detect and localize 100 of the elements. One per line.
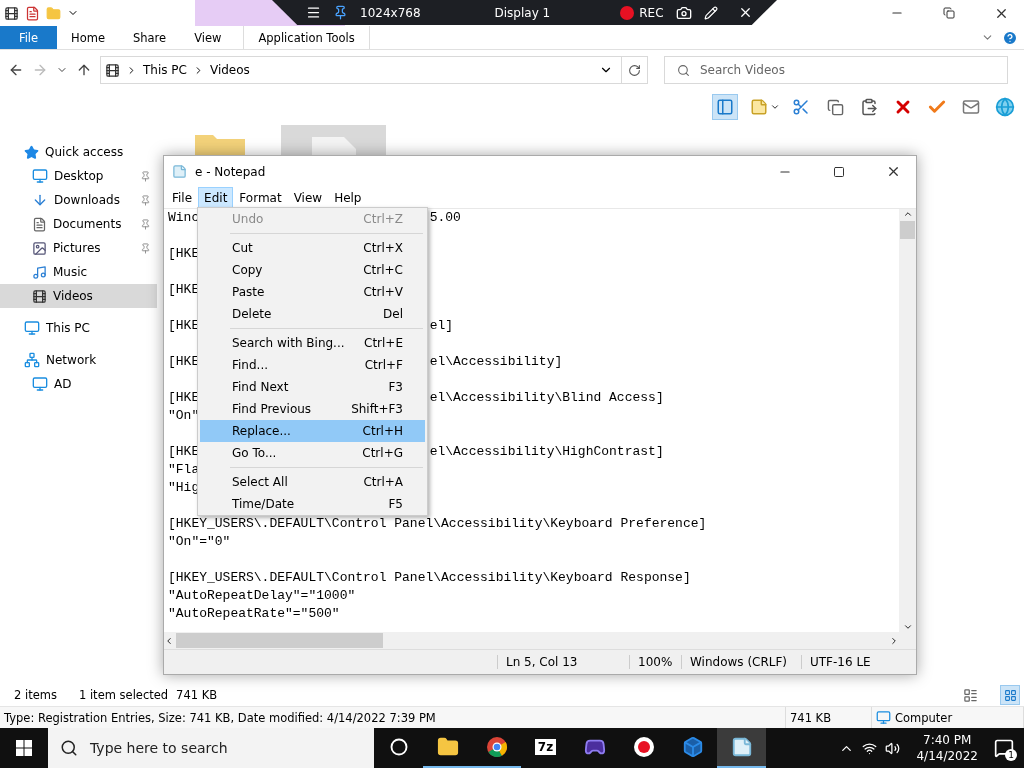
file-thumbnail[interactable] [281, 125, 386, 155]
nav-item[interactable]: Music [0, 260, 157, 284]
record-icon [632, 736, 655, 758]
circle-icon [389, 738, 408, 756]
scroll-up-icon[interactable] [902, 209, 913, 219]
menu-item[interactable]: Go To... Ctrl+G [200, 442, 425, 464]
chrome-icon [485, 736, 508, 758]
film-icon [105, 62, 120, 78]
menu-item[interactable]: Delete Del [200, 303, 425, 325]
resolution-label: 1024x768 [360, 5, 421, 20]
text-line: "On"="0" [168, 534, 231, 549]
network-icon[interactable] [862, 740, 878, 756]
volume-icon[interactable] [885, 740, 901, 756]
large-icons-view-button[interactable] [1000, 685, 1020, 705]
properties-icon[interactable] [25, 5, 40, 21]
menu-bar-item[interactable]: Format [233, 187, 288, 208]
address-bar[interactable]: This PC Videos [100, 56, 622, 84]
menu-bar-item[interactable]: File [166, 187, 199, 208]
display-label: Display 1 [494, 5, 551, 20]
nav-item[interactable]: Quick access [0, 140, 157, 164]
nav-item[interactable]: Desktop [0, 164, 157, 188]
pin-icon [140, 218, 151, 230]
nav-item[interactable]: Videos [0, 284, 157, 308]
globe-icon[interactable] [995, 97, 1015, 117]
ribbon-tab[interactable]: Application Tools [243, 26, 370, 49]
back-icon[interactable] [8, 62, 24, 78]
breadcrumb-item[interactable]: This PC [143, 63, 187, 77]
record-button[interactable]: REC [620, 5, 664, 20]
breadcrumb-item[interactable]: Videos [209, 63, 250, 77]
help-icon[interactable] [1002, 29, 1018, 46]
pin-icon [140, 242, 151, 254]
taskbar-app-button[interactable] [717, 728, 766, 768]
monitor-icon [876, 710, 891, 725]
notification-button[interactable]: 1 [984, 728, 1024, 768]
menu-item[interactable]: Paste Ctrl+V [200, 281, 425, 303]
message-icon [994, 738, 1014, 758]
menu-bar-item[interactable]: View [287, 187, 329, 208]
menu-item[interactable]: Find Previous Shift+F3 [200, 398, 425, 420]
ribbon-tab[interactable]: Share [118, 26, 181, 49]
nav-item[interactable]: This PC [0, 316, 157, 340]
maximize-icon[interactable] [833, 165, 845, 178]
preview-pane-button[interactable] [712, 94, 738, 120]
scroll-thumb[interactable] [900, 221, 915, 239]
text-line: Winc [168, 210, 200, 225]
nav-item[interactable]: Documents [0, 212, 157, 236]
scroll-down-icon[interactable] [902, 622, 913, 632]
ribbon-tab[interactable]: Home [57, 26, 119, 49]
pin-icon[interactable] [333, 5, 348, 20]
menu-item[interactable]: Time/Date F5 [200, 493, 425, 515]
paste-icon[interactable] [860, 98, 878, 116]
text-line: [HKE [168, 354, 200, 369]
caret-icon[interactable] [770, 102, 780, 112]
menu-item[interactable]: Find Next F3 [200, 376, 425, 398]
scroll-right-icon[interactable] [889, 635, 899, 646]
monitor-icon [32, 168, 48, 184]
refresh-button[interactable] [622, 56, 648, 84]
text-line: "AutoRepeatDelay"="1000" [168, 588, 356, 603]
taskbar-app-button[interactable]: 7z [521, 728, 570, 768]
restore-icon[interactable] [943, 7, 955, 19]
menu-bar-item[interactable]: Help [328, 187, 368, 208]
details-view-icon[interactable] [963, 687, 978, 703]
scroll-left-icon[interactable] [164, 635, 174, 646]
nav-item[interactable]: AD [0, 372, 157, 396]
grid-icon [1003, 688, 1017, 702]
security-zone: Computer [895, 710, 953, 725]
item-count: 2 items [14, 688, 57, 702]
file-size: 741 KB [790, 710, 832, 725]
nav-item[interactable]: Network [0, 348, 157, 372]
search-field[interactable]: Search Videos [664, 56, 1008, 84]
vertical-scrollbar[interactable] [899, 209, 916, 632]
network-icon [24, 352, 40, 368]
cut-icon[interactable] [792, 98, 810, 116]
menu-item[interactable]: Search with Bing... Ctrl+E [200, 332, 425, 354]
nav-item[interactable]: Downloads [0, 188, 157, 212]
menu-item[interactable]: Cut Ctrl+X [200, 237, 425, 259]
menu-item[interactable]: Select All Ctrl+A [200, 471, 425, 493]
text-line: [HKE [168, 318, 200, 333]
copy-icon[interactable] [826, 98, 844, 116]
taskbar-search-field[interactable]: Type here to search [48, 728, 374, 768]
menu-item[interactable]: Copy Ctrl+C [200, 259, 425, 281]
clock[interactable]: 7:40 PM 4/14/2022 [910, 728, 984, 768]
pin-icon [140, 194, 151, 206]
ribbon-tab[interactable]: View [180, 26, 236, 49]
line-ending: Windows (CRLF) [681, 655, 801, 669]
menu-item[interactable]: Replace... Ctrl+H [200, 420, 425, 442]
horizontal-scrollbar[interactable] [164, 632, 916, 649]
menu-item[interactable]: Find... Ctrl+F [200, 354, 425, 376]
text-line: "AutoRepeatRate"="500" [168, 606, 340, 621]
envelope-icon[interactable] [962, 98, 980, 116]
camera-icon[interactable] [675, 4, 692, 21]
scroll-thumb[interactable] [176, 633, 383, 648]
search-icon [677, 63, 690, 77]
search-icon [60, 739, 78, 757]
pencil-icon[interactable] [703, 5, 718, 20]
ribbon-tab[interactable]: File [0, 26, 57, 49]
nav-item[interactable]: Pictures [0, 236, 157, 260]
up-icon[interactable] [76, 62, 92, 78]
menu-icon[interactable] [306, 5, 321, 20]
windows-icon [16, 740, 32, 756]
menu-bar-item[interactable]: Edit [198, 187, 234, 208]
